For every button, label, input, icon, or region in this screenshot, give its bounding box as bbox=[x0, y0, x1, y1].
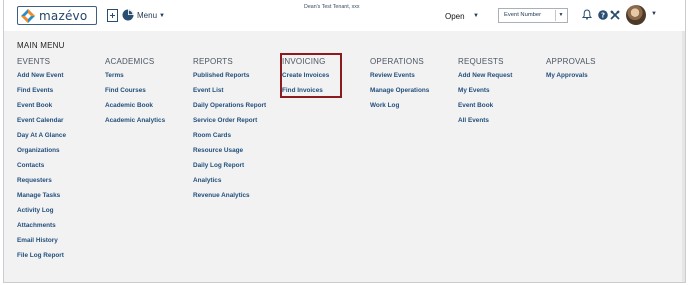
menu-item-review-events[interactable]: Review Events bbox=[370, 68, 429, 83]
menu-column-invoicing: INVOICING Create Invoices Find Invoices bbox=[282, 56, 329, 98]
tools-icon[interactable] bbox=[610, 10, 620, 20]
column-heading: REQUESTS bbox=[458, 57, 504, 66]
menu-button[interactable]: Menu ▼ bbox=[137, 9, 165, 22]
menu-column-reports: REPORTS Published Reports Event List Dai… bbox=[193, 56, 266, 203]
chevron-down-icon[interactable]: ▼ bbox=[651, 11, 657, 17]
menu-item-published-reports[interactable]: Published Reports bbox=[193, 68, 266, 83]
menu-item-daily-log-report[interactable]: Daily Log Report bbox=[193, 158, 266, 173]
menu-item-organizations[interactable]: Organizations bbox=[17, 143, 66, 158]
menu-item-file-log-report[interactable]: File Log Report bbox=[17, 248, 66, 263]
menu-item-revenue-analytics[interactable]: Revenue Analytics bbox=[193, 188, 266, 203]
menu-item-service-order-report[interactable]: Service Order Report bbox=[193, 113, 266, 128]
menu-item-attachments[interactable]: Attachments bbox=[17, 218, 66, 233]
menu-item-event-book[interactable]: Event Book bbox=[17, 98, 66, 113]
column-heading: INVOICING bbox=[282, 57, 326, 66]
menu-item-add-new-event[interactable]: Add New Event bbox=[17, 68, 66, 83]
app-window: mazévo Menu ▼ Dean's Test Tenant, xxx Op… bbox=[3, 0, 686, 283]
menu-item-event-list[interactable]: Event List bbox=[193, 83, 266, 98]
menu-item-contacts[interactable]: Contacts bbox=[17, 158, 66, 173]
menu-item-all-events[interactable]: All Events bbox=[458, 113, 512, 128]
menu-column-requests: REQUESTS Add New Request My Events Event… bbox=[458, 56, 512, 128]
top-header: mazévo Menu ▼ Dean's Test Tenant, xxx Op… bbox=[4, 0, 685, 32]
avatar[interactable] bbox=[626, 5, 646, 25]
logo-text: mazévo bbox=[39, 8, 88, 23]
chevron-down-icon[interactable]: ▼ bbox=[473, 13, 479, 19]
menu-item-email-history[interactable]: Email History bbox=[17, 233, 66, 248]
svg-text:?: ? bbox=[601, 12, 605, 20]
menu-item-find-courses[interactable]: Find Courses bbox=[105, 83, 165, 98]
menu-item-find-events[interactable]: Find Events bbox=[17, 83, 66, 98]
column-heading: REPORTS bbox=[193, 57, 233, 66]
search-type-value: Event Number bbox=[504, 12, 542, 18]
menu-column-operations: OPERATIONS Review Events Manage Operatio… bbox=[370, 56, 429, 113]
logo-diamond-icon bbox=[21, 8, 35, 23]
column-heading: APPROVALS bbox=[546, 57, 596, 66]
menu-item-event-calendar[interactable]: Event Calendar bbox=[17, 113, 66, 128]
chevron-down-icon: ▼ bbox=[555, 10, 566, 21]
menu-item-work-log[interactable]: Work Log bbox=[370, 98, 429, 113]
document-icon[interactable] bbox=[107, 9, 118, 22]
menu-item-terms[interactable]: Terms bbox=[105, 68, 165, 83]
pie-chart-icon[interactable] bbox=[122, 9, 134, 21]
scrollbar[interactable] bbox=[682, 31, 685, 282]
main-menu-panel: MAIN MENU EVENTS Add New Event Find Even… bbox=[4, 31, 685, 282]
menu-item-academic-book[interactable]: Academic Book bbox=[105, 98, 165, 113]
column-heading: OPERATIONS bbox=[370, 57, 424, 66]
bell-icon[interactable] bbox=[582, 9, 592, 20]
main-menu-title: MAIN MENU bbox=[17, 41, 65, 50]
menu-item-my-events[interactable]: My Events bbox=[458, 83, 512, 98]
menu-item-add-new-request[interactable]: Add New Request bbox=[458, 68, 512, 83]
menu-item-event-book[interactable]: Event Book bbox=[458, 98, 512, 113]
menu-item-day-at-a-glance[interactable]: Day At A Glance bbox=[17, 128, 66, 143]
menu-item-resource-usage[interactable]: Resource Usage bbox=[193, 143, 266, 158]
search-type-select[interactable]: Event Number ▼ bbox=[498, 8, 568, 23]
menu-label: Menu bbox=[137, 11, 158, 20]
menu-item-academic-analytics[interactable]: Academic Analytics bbox=[105, 113, 165, 128]
tenant-name: Dean's Test Tenant, xxx bbox=[304, 4, 360, 10]
menu-item-activity-log[interactable]: Activity Log bbox=[17, 203, 66, 218]
menu-item-room-cards[interactable]: Room Cards bbox=[193, 128, 266, 143]
column-heading: ACADEMICS bbox=[105, 57, 155, 66]
menu-item-manage-operations[interactable]: Manage Operations bbox=[370, 83, 429, 98]
status-dropdown[interactable]: Open bbox=[445, 12, 465, 21]
menu-column-academics: ACADEMICS Terms Find Courses Academic Bo… bbox=[105, 56, 165, 128]
app-logo[interactable]: mazévo bbox=[17, 6, 97, 25]
menu-item-daily-operations-report[interactable]: Daily Operations Report bbox=[193, 98, 266, 113]
menu-item-find-invoices[interactable]: Find Invoices bbox=[282, 83, 329, 98]
menu-item-create-invoices[interactable]: Create Invoices bbox=[282, 68, 329, 83]
menu-item-my-approvals[interactable]: My Approvals bbox=[546, 68, 596, 83]
menu-column-approvals: APPROVALS My Approvals bbox=[546, 56, 596, 83]
column-heading: EVENTS bbox=[17, 57, 51, 66]
menu-item-analytics[interactable]: Analytics bbox=[193, 173, 266, 188]
menu-column-events: EVENTS Add New Event Find Events Event B… bbox=[17, 56, 66, 263]
help-icon[interactable]: ? bbox=[598, 10, 608, 20]
menu-item-manage-tasks[interactable]: Manage Tasks bbox=[17, 188, 66, 203]
chevron-down-icon: ▼ bbox=[159, 12, 165, 19]
menu-item-requesters[interactable]: Requesters bbox=[17, 173, 66, 188]
